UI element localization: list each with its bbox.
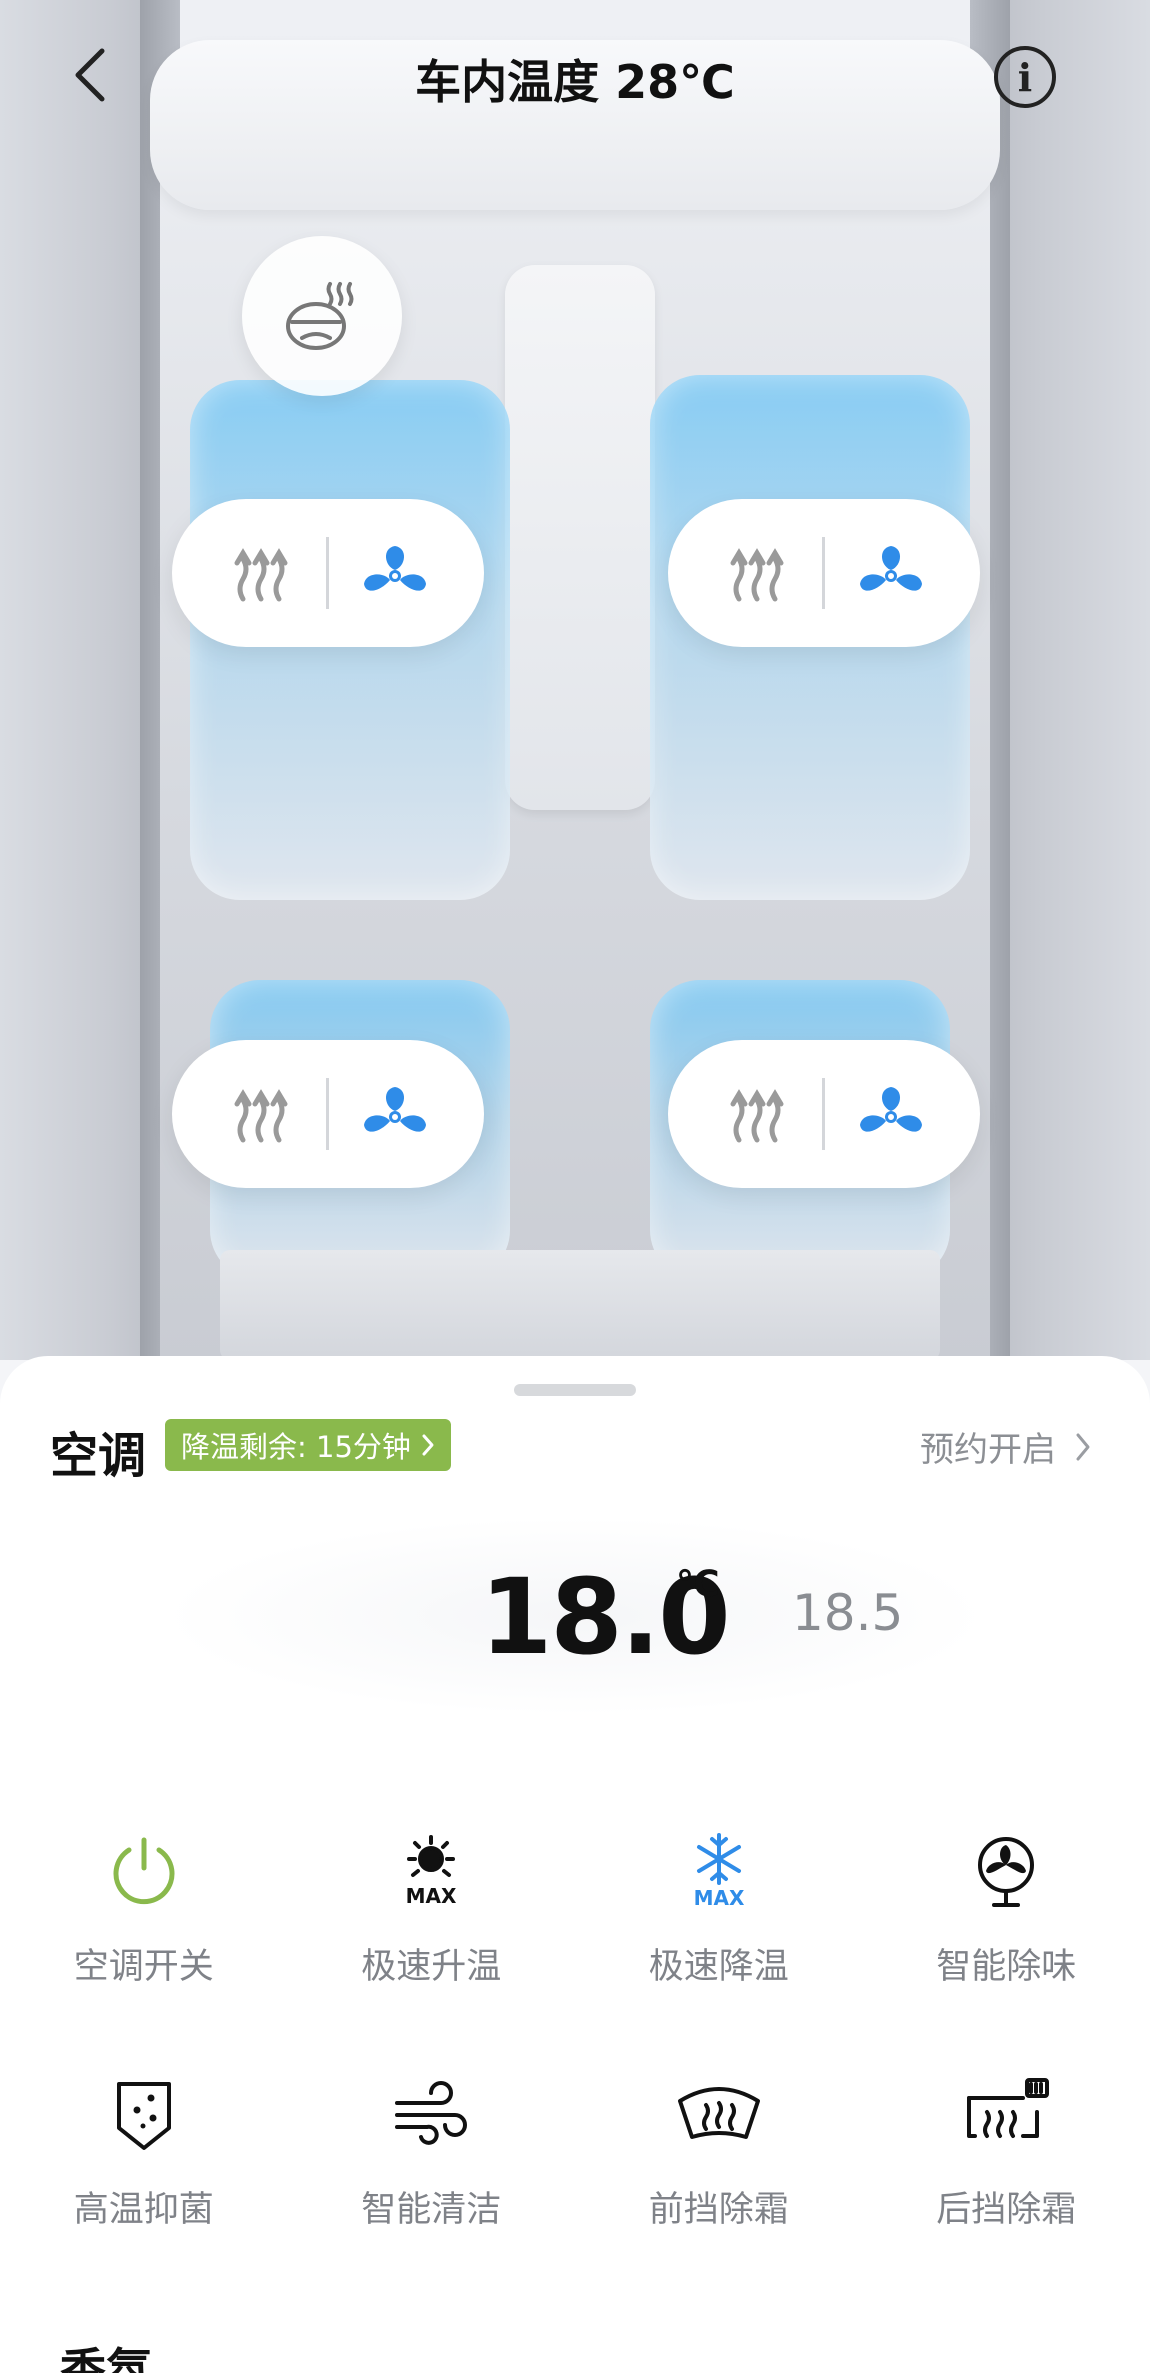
temperature-unit: ℃	[676, 1564, 720, 1605]
car-pillar-right	[970, 0, 1150, 1360]
pill-divider	[326, 537, 330, 609]
control-label: 空调开关	[73, 1947, 214, 1987]
pill-divider	[822, 1078, 826, 1150]
shield-dots-icon	[99, 2069, 189, 2159]
control-label: 高温抑菌	[73, 2190, 214, 2230]
control-label: 后挡除霜	[936, 2190, 1077, 2230]
control-label: 极速降温	[648, 1947, 789, 1987]
smart-clean-button[interactable]: 智能清洁	[288, 2069, 576, 2232]
seat-control-rear-left	[172, 1040, 484, 1188]
rear-defrost-button[interactable]: 后挡除霜	[863, 2069, 1150, 2232]
chevron-right-icon	[422, 1434, 434, 1456]
fan-circle-icon	[961, 1826, 1051, 1916]
seat-fan-icon[interactable]	[855, 537, 927, 609]
seat-fan-icon[interactable]	[359, 537, 431, 609]
seat-heat-icon[interactable]	[225, 537, 297, 609]
seat-heat-icon[interactable]	[721, 537, 793, 609]
sun-max-icon: MAX	[386, 1826, 476, 1916]
center-console	[505, 265, 655, 810]
sheet-drag-handle[interactable]	[514, 1384, 636, 1396]
ac-controls-grid: 空调开关 MAX 极速升温 MAX 极速降温 智能除味 高温抑菌 智能清洁 前挡…	[0, 1826, 1150, 2232]
power-icon	[99, 1826, 189, 1916]
rear-bench	[220, 1250, 940, 1360]
rapid-heat-button[interactable]: MAX 极速升温	[288, 1826, 576, 1989]
rear-defrost-icon	[961, 2069, 1051, 2159]
top-bar: 车内温度 28℃ i	[0, 0, 1150, 150]
info-button[interactable]: i	[994, 46, 1056, 108]
sterilize-button[interactable]: 高温抑菌	[0, 2069, 288, 2232]
schedule-start-label: 预约开启	[920, 1430, 1056, 1470]
seat-control-front-left	[172, 499, 484, 647]
page-title: 车内温度 28℃	[415, 55, 735, 109]
smart-deodorize-button[interactable]: 智能除味	[863, 1826, 1150, 1989]
steering-wheel-heat-button[interactable]	[242, 236, 402, 396]
car-pillar-left	[0, 0, 180, 1360]
seat-heat-icon[interactable]	[225, 1078, 297, 1150]
steering-wheel-heat-icon	[286, 282, 354, 350]
info-icon: i	[1017, 54, 1033, 100]
cooling-remaining-text: 降温剩余: 15分钟	[181, 1430, 411, 1464]
temperature-option-next[interactable]: 18.5	[792, 1584, 903, 1642]
rapid-cool-button[interactable]: MAX 极速降温	[575, 1826, 863, 1989]
pill-divider	[326, 1078, 330, 1150]
ac-control-sheet: 空调 降温剩余: 15分钟 预约开启 18.0 ℃ 18.5 空调开关 MAX …	[0, 1356, 1150, 2373]
seat-heat-icon[interactable]	[721, 1078, 793, 1150]
control-label: 前挡除霜	[648, 2190, 789, 2230]
schedule-start-link[interactable]: 预约开启	[920, 1422, 1092, 1471]
seat-fan-icon[interactable]	[359, 1078, 431, 1150]
svg-text:MAX: MAX	[693, 1886, 744, 1910]
wind-icon	[386, 2069, 476, 2159]
seat-control-rear-right	[668, 1040, 980, 1188]
control-label: 智能清洁	[361, 2190, 502, 2230]
cooling-remaining-badge[interactable]: 降温剩余: 15分钟	[165, 1419, 451, 1471]
ac-section-title: 空调	[50, 1428, 147, 1484]
fragrance-section-title: 香氛	[60, 2343, 152, 2373]
pill-divider	[822, 537, 826, 609]
seat-control-front-right	[668, 499, 980, 647]
control-label: 极速升温	[361, 1947, 502, 1987]
chevron-right-icon	[1076, 1433, 1090, 1460]
ac-power-button[interactable]: 空调开关	[0, 1826, 288, 1989]
control-label: 智能除味	[936, 1947, 1077, 1987]
svg-text:MAX: MAX	[406, 1884, 457, 1908]
car-illustration: 车内温度 28℃ i	[0, 0, 1150, 1360]
seat-fan-icon[interactable]	[855, 1078, 927, 1150]
front-defrost-icon	[674, 2069, 764, 2159]
snowflake-max-icon: MAX	[674, 1826, 764, 1916]
front-defrost-button[interactable]: 前挡除霜	[575, 2069, 863, 2232]
